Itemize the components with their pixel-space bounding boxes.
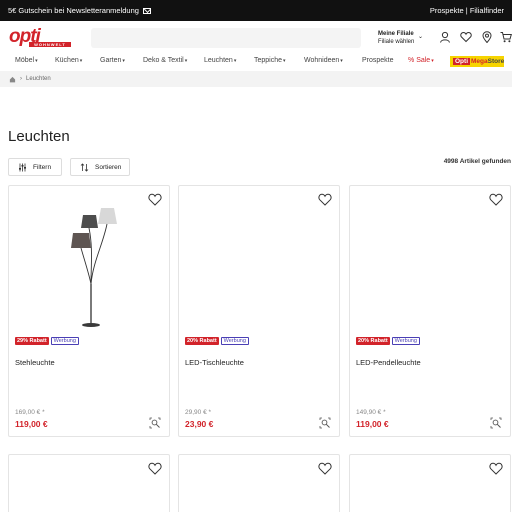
heart-icon[interactable] — [318, 193, 332, 206]
nav-item-label: Prospekte — [362, 57, 394, 64]
product-card[interactable] — [178, 454, 340, 512]
discount-badge: 20% Rabatt — [356, 337, 390, 345]
sort-icon — [80, 162, 89, 172]
megastore-opti: Opti — [453, 58, 470, 65]
ad-badge: Werbung — [391, 337, 420, 345]
chevron-down-icon: ▾ — [79, 58, 83, 64]
heart-icon[interactable] — [489, 193, 503, 206]
promo-bar: 5€ Gutschein bei Newsletteranmeldung Pro… — [0, 0, 512, 21]
heart-icon[interactable] — [148, 462, 162, 475]
prospekte-link[interactable]: Prospekte — [430, 6, 464, 15]
search-input[interactable] — [91, 28, 361, 48]
chevron-down-icon: ▾ — [233, 58, 237, 64]
nav-item-label: Küchen — [55, 57, 79, 64]
old-price: 29,90 € * — [185, 409, 212, 416]
top-links-separator: | — [465, 6, 468, 15]
nav-item-label: Leuchten — [204, 57, 233, 64]
discount-badge: 20% Rabatt — [185, 337, 219, 345]
nav-item-teppiche[interactable]: Teppiche▾ — [254, 57, 286, 64]
user-icon[interactable] — [439, 31, 451, 43]
store-selector[interactable]: Meine Filiale Filiale wählen ⌄ — [378, 30, 423, 46]
chevron-down-icon: ▾ — [431, 58, 434, 64]
nav-item-wohnideen[interactable]: Wohnideen▾ — [304, 57, 343, 64]
product-badges: 20% Rabatt Werbung — [356, 337, 420, 345]
heart-icon[interactable] — [460, 31, 472, 43]
product-price: 119,00 € — [15, 419, 48, 429]
chevron-down-icon: ▾ — [35, 58, 38, 64]
store-title: Meine Filiale — [378, 31, 414, 37]
nav-item-label: Garten — [100, 57, 122, 64]
sort-label: Sortieren — [95, 163, 122, 171]
location-pin-icon[interactable] — [481, 31, 493, 43]
nav-item-label: Deko & Textil — [143, 57, 184, 64]
results-count: 4998 Artikel gefunden — [443, 158, 511, 165]
main-nav: Möbel▾ Küchen▾ Garten▾ Deko & Textil▾ Le… — [0, 54, 512, 70]
filter-label: Filtern — [33, 163, 52, 171]
filialfinder-link[interactable]: Filialfinder — [470, 6, 504, 15]
cart-icon[interactable] — [500, 31, 512, 43]
heart-icon[interactable] — [318, 462, 332, 475]
breadcrumb: › Leuchten — [0, 71, 512, 87]
filter-sliders-icon — [19, 163, 26, 171]
nav-item-label: Wohnideen — [304, 57, 340, 64]
product-name[interactable]: LED-Pendelleuchte — [356, 358, 421, 367]
filter-button[interactable]: Filtern — [8, 158, 62, 176]
chevron-down-icon: ▾ — [340, 58, 343, 64]
nav-item-sale[interactable]: % Sale▾ — [408, 57, 434, 64]
ad-badge: Werbung — [220, 337, 249, 345]
nav-item-deko-textil[interactable]: Deko & Textil▾ — [143, 57, 187, 64]
product-badges: 29% Rabatt Werbung — [15, 337, 79, 345]
newsletter-promo[interactable]: 5€ Gutschein bei Newsletteranmeldung — [8, 6, 151, 15]
chevron-down-icon: ▾ — [283, 58, 286, 64]
breadcrumb-current[interactable]: Leuchten — [26, 76, 51, 82]
product-card[interactable]: 20% Rabatt Werbung LED-Pendelleuchte 149… — [349, 185, 511, 437]
breadcrumb-separator-icon: › — [20, 76, 22, 82]
product-badges: 20% Rabatt Werbung — [185, 337, 249, 345]
chevron-down-icon: ▾ — [184, 58, 188, 64]
top-links: Prospekte | Filialfinder — [430, 6, 504, 15]
floor-lamp-image — [71, 208, 117, 327]
zoom-icon[interactable] — [319, 417, 331, 429]
ad-badge: Werbung — [50, 337, 79, 345]
zoom-icon[interactable] — [149, 417, 161, 429]
nav-item-prospekte[interactable]: Prospekte — [362, 57, 394, 64]
mail-icon — [142, 7, 151, 14]
product-price: 119,00 € — [356, 419, 389, 429]
old-price: 169,00 € * — [15, 409, 45, 416]
page-title: Leuchten — [8, 128, 70, 145]
old-price: 149,90 € * — [356, 409, 386, 416]
newsletter-promo-text[interactable]: 5€ Gutschein bei Newsletteranmeldung — [8, 6, 139, 15]
nav-item-kuechen[interactable]: Küchen▾ — [55, 57, 82, 64]
nav-item-moebel[interactable]: Möbel▾ — [15, 57, 38, 64]
chevron-down-icon: ▾ — [122, 58, 125, 64]
heart-icon[interactable] — [489, 462, 503, 475]
megastore-store: Store — [487, 58, 505, 65]
nav-item-leuchten[interactable]: Leuchten▾ — [204, 57, 236, 64]
product-name[interactable]: LED-Tischleuchte — [185, 358, 244, 367]
megastore-mega: Mega — [471, 58, 488, 65]
product-name[interactable]: Stehleuchte — [15, 358, 55, 367]
home-icon[interactable] — [9, 76, 16, 83]
sale-percent-icon: % — [408, 57, 415, 64]
product-card[interactable]: 29% Rabatt Werbung Stehleuchte 169,00 € … — [8, 185, 170, 437]
heart-icon[interactable] — [148, 193, 162, 206]
nav-item-label: Sale — [416, 57, 431, 64]
nav-item-label: Teppiche — [254, 57, 283, 64]
nav-item-label: Möbel — [15, 57, 35, 64]
store-subtitle: Filiale wählen — [378, 39, 415, 45]
zoom-icon[interactable] — [490, 417, 502, 429]
product-card[interactable]: 20% Rabatt Werbung LED-Tischleuchte 29,9… — [178, 185, 340, 437]
sort-button[interactable]: Sortieren — [70, 158, 130, 176]
nav-item-garten[interactable]: Garten▾ — [100, 57, 125, 64]
header: opti WOHNWELT Meine Filiale Filiale wähl… — [0, 21, 512, 54]
chevron-down-icon: ⌄ — [418, 34, 424, 40]
product-card[interactable] — [349, 454, 511, 512]
megastore-link[interactable]: Opti Mega Store — [450, 56, 504, 67]
discount-badge: 29% Rabatt — [15, 337, 49, 345]
product-card[interactable] — [8, 454, 170, 512]
product-price: 23,90 € — [185, 419, 214, 429]
logo-subtext: WOHNWELT — [34, 42, 66, 47]
opti-logo[interactable]: opti WOHNWELT — [9, 27, 73, 49]
